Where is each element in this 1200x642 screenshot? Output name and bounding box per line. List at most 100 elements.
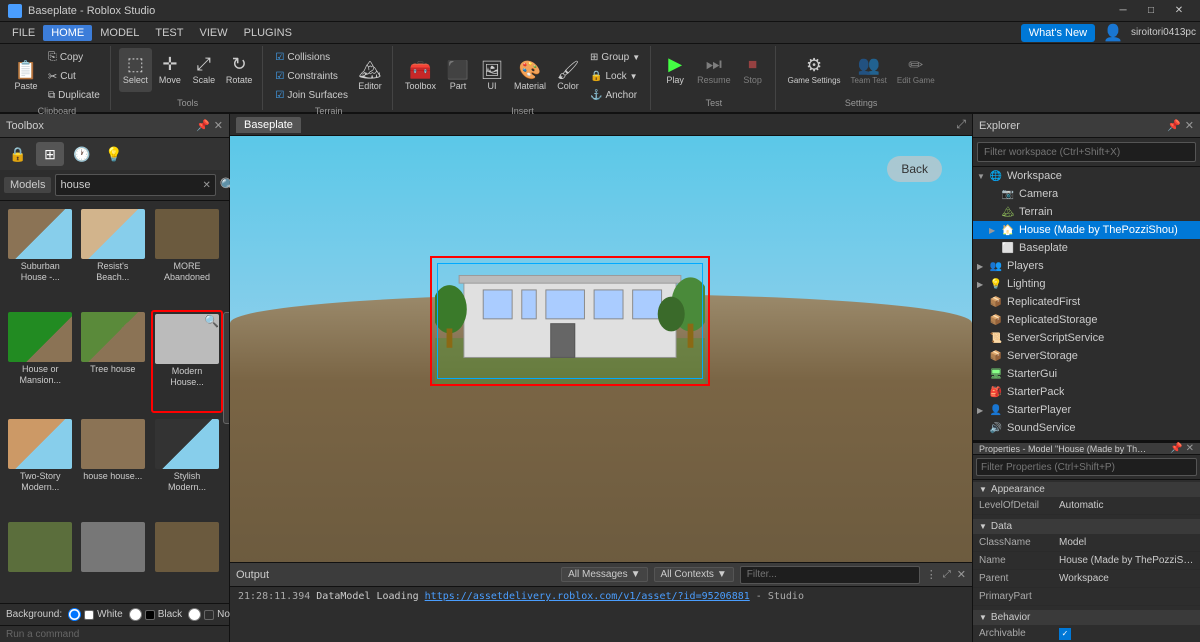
house-arrow[interactable]: ▶ [989, 226, 1001, 235]
output-filter-input[interactable] [740, 566, 920, 584]
list-item[interactable]: House or Mansion... [6, 310, 75, 413]
tree-item-players[interactable]: ▶ 👥 Players [973, 257, 1200, 275]
output-close-icon[interactable]: ✕ [957, 568, 966, 581]
starterplayer-arrow[interactable]: ▶ [977, 406, 989, 415]
tree-item-camera[interactable]: 📷 Camera [973, 185, 1200, 203]
prop-row-archivable[interactable]: Archivable ✓ [973, 625, 1200, 642]
list-item[interactable]: Two-Story Modern... [6, 417, 75, 516]
toolbox-button[interactable]: 🧰 Toolbox [401, 54, 440, 98]
explorer-filter-input[interactable] [977, 142, 1196, 162]
list-item[interactable] [151, 520, 223, 597]
menu-model[interactable]: MODEL [92, 25, 147, 41]
menu-test[interactable]: TEST [147, 25, 191, 41]
tree-item-terrain[interactable]: 🏔 Terrain [973, 203, 1200, 221]
prop-row-primarypart[interactable]: PrimaryPart [973, 588, 1200, 606]
data-header[interactable]: ▼ Data [973, 519, 1200, 534]
prop-row-classname[interactable]: ClassName Model [973, 534, 1200, 552]
list-item[interactable]: Suburban House -... [6, 207, 75, 306]
scale-button[interactable]: ⤢ Scale [188, 48, 220, 92]
appearance-header[interactable]: ▼ Appearance [973, 482, 1200, 497]
tree-item-workspace[interactable]: ▼ 🌐 Workspace [973, 167, 1200, 185]
rotate-button[interactable]: ↻ Rotate [222, 48, 257, 92]
stop-button[interactable]: ⏹ Stop [737, 48, 769, 92]
select-button[interactable]: ⬚ Select [119, 48, 152, 92]
menu-plugins[interactable]: PLUGINS [236, 25, 300, 41]
maximize-button[interactable]: □ [1138, 2, 1164, 20]
tree-item-replicatedstorage[interactable]: 📦 ReplicatedStorage [973, 311, 1200, 329]
workspace-arrow[interactable]: ▼ [977, 172, 989, 181]
expand-button[interactable]: ⤢ [956, 117, 966, 132]
lock-button[interactable]: 🔒 Lock ▼ [586, 67, 644, 85]
output-expand-icon[interactable]: ⤢ [943, 569, 951, 580]
viewport-tab[interactable]: Baseplate [236, 117, 301, 133]
close-button[interactable]: ✕ [1166, 2, 1192, 20]
tree-item-serverscriptservice[interactable]: 📜 ServerScriptService [973, 329, 1200, 347]
bg-black-option[interactable]: Black [129, 608, 182, 621]
tab-suggestions[interactable]: 💡 [100, 142, 128, 166]
tree-item-starterplayer[interactable]: ▶ 👤 StarterPlayer [973, 401, 1200, 419]
material-button[interactable]: 🎨 Material [510, 54, 550, 98]
tree-item-starterpack[interactable]: 🎒 StarterPack [973, 383, 1200, 401]
bg-white-option[interactable]: White [68, 608, 123, 621]
bg-white-radio[interactable] [68, 608, 81, 621]
list-item[interactable] [6, 520, 75, 597]
minimize-button[interactable]: ─ [1110, 2, 1136, 20]
ui-button[interactable]: 🖼 UI [476, 54, 508, 98]
back-button[interactable]: Back [887, 156, 942, 182]
models-dropdown[interactable]: Models [4, 177, 51, 193]
properties-filter-input[interactable] [976, 458, 1197, 476]
tab-inventory[interactable]: 🔒 [4, 142, 32, 166]
tree-item-replicatedfirst[interactable]: 📦 ReplicatedFirst [973, 293, 1200, 311]
resume-button[interactable]: ⏭ Resume [693, 48, 735, 92]
color-button[interactable]: 🖌 Color [552, 54, 584, 98]
players-arrow[interactable]: ▶ [977, 262, 989, 271]
constraints-button[interactable]: ☑ Constraints [271, 67, 352, 85]
tree-item-house[interactable]: ▶ 🏠 House (Made by ThePozziShou) [973, 221, 1200, 239]
tree-item-baseplate[interactable]: ⬜ Baseplate [973, 239, 1200, 257]
collisions-button[interactable]: ☑ Collisions [271, 48, 352, 66]
menu-view[interactable]: VIEW [191, 25, 235, 41]
list-item[interactable]: Stylish Modern... [151, 417, 223, 516]
cut-button[interactable]: ✂ Cut [44, 67, 104, 85]
game-settings-button[interactable]: ⚙ Game Settings [784, 48, 845, 92]
archivable-check[interactable]: ✓ [1059, 628, 1071, 640]
all-contexts-dropdown[interactable]: All Contexts ▼ [654, 567, 734, 582]
behavior-header[interactable]: ▼ Behavior [973, 610, 1200, 625]
menu-home[interactable]: HOME [43, 25, 92, 41]
log-link[interactable]: https://assetdelivery.roblox.com/v1/asse… [425, 591, 750, 602]
tab-marketplace[interactable]: ⊞ [36, 142, 64, 166]
list-item[interactable]: 🔍 Modern House... Modern House [151, 310, 223, 413]
prop-pin-icon[interactable]: 📌 [1170, 443, 1182, 454]
menu-file[interactable]: FILE [4, 25, 43, 41]
list-item[interactable]: Resist's Beach... [79, 207, 148, 306]
tab-recent[interactable]: 🕐 [68, 142, 96, 166]
list-item[interactable]: Tree house [79, 310, 148, 413]
list-item[interactable]: house house... [79, 417, 148, 516]
titlebar-controls[interactable]: ─ □ ✕ [1110, 2, 1192, 20]
team-test-button[interactable]: 👥 Team Test [847, 48, 891, 92]
anchor-button[interactable]: ⚓ Anchor [586, 86, 644, 104]
prop-row-parent[interactable]: Parent Workspace [973, 570, 1200, 588]
search-input[interactable] [60, 179, 202, 191]
explorer-pin-icon[interactable]: 📌 [1167, 119, 1181, 132]
list-item[interactable]: MORE Abandoned [151, 207, 223, 306]
join-surfaces-button[interactable]: ☑ Join Surfaces [271, 86, 352, 104]
list-item[interactable] [79, 520, 148, 597]
edit-game-button[interactable]: ✏ Edit Game [893, 48, 939, 92]
prop-row-levelofdetail[interactable]: LevelOfDetail Automatic [973, 497, 1200, 515]
tree-item-lighting[interactable]: ▶ 💡 Lighting [973, 275, 1200, 293]
toolbox-close-icon[interactable]: ✕ [214, 119, 223, 132]
whatsnew-button[interactable]: What's New [1021, 24, 1095, 42]
move-button[interactable]: ✛ Move [154, 48, 186, 92]
play-button[interactable]: ▶ Play [659, 48, 691, 92]
bg-black-radio[interactable] [129, 608, 142, 621]
tree-item-soundservice[interactable]: 🔊 SoundService [973, 419, 1200, 437]
prop-close-icon[interactable]: ✕ [1186, 443, 1194, 454]
paste-button[interactable]: 📋 Paste [10, 54, 42, 98]
lighting-arrow[interactable]: ▶ [977, 280, 989, 289]
tree-item-serverstorage[interactable]: 📦 ServerStorage [973, 347, 1200, 365]
explorer-close-icon[interactable]: ✕ [1185, 119, 1194, 132]
group-button[interactable]: ⊞ Group ▼ [586, 48, 644, 66]
editor-button[interactable]: 🏔 Editor [354, 54, 386, 98]
toolbox-pin-icon[interactable]: 📌 [196, 119, 210, 132]
